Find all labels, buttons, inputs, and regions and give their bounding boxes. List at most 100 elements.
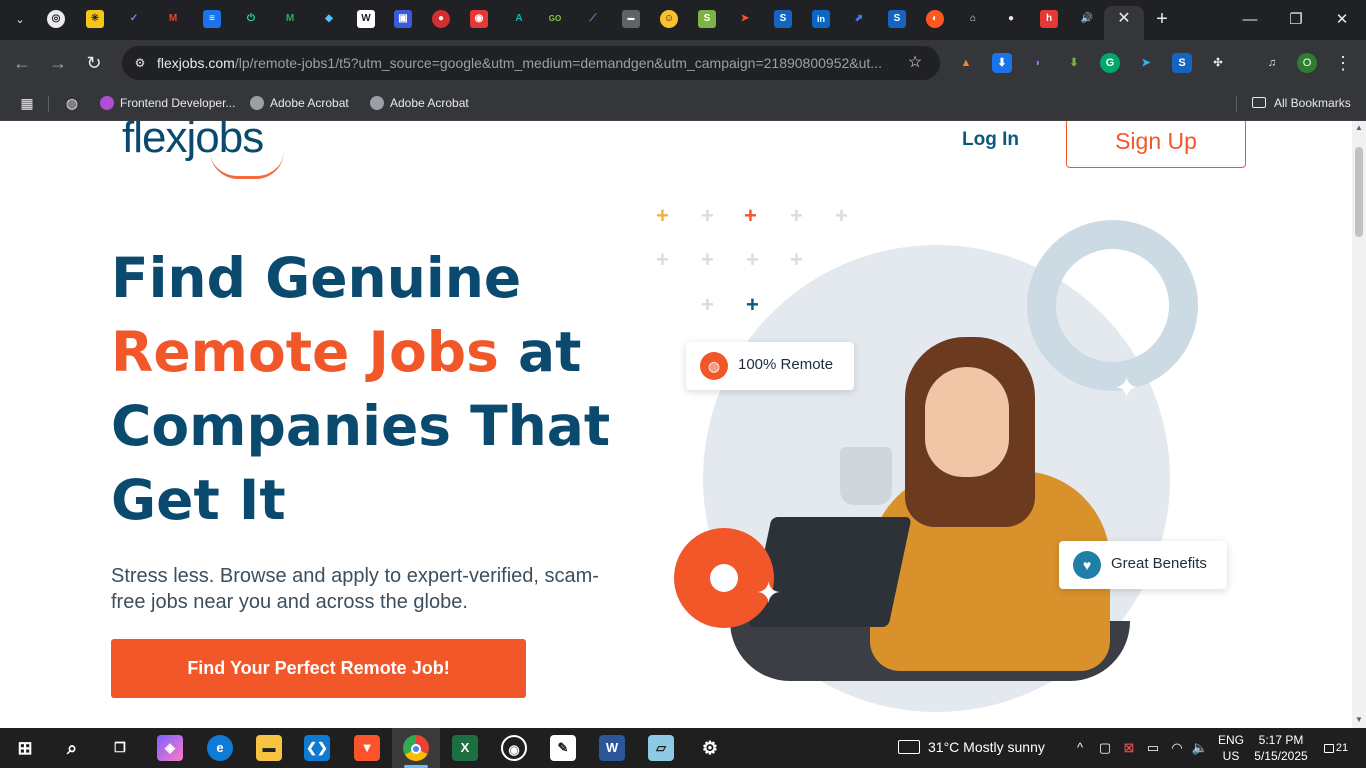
- windows-taskbar: ⊞ ⌕ ❐ ◈ e ▬ ❮❯ ▼ X ◉ ✎ W ▱ ⚙ 31°C Mostly…: [0, 728, 1366, 768]
- tab-m-icon[interactable]: M: [281, 10, 299, 28]
- tab-close-icon[interactable]: ✕: [1114, 9, 1134, 29]
- volume-icon[interactable]: 🔈: [1191, 739, 1209, 757]
- reload-button[interactable]: ↻: [82, 51, 106, 75]
- plus-icon: +: [790, 247, 803, 272]
- brave-icon[interactable]: ▼: [354, 735, 380, 761]
- signup-button[interactable]: Sign Up: [1066, 121, 1246, 168]
- extensions-puzzle-icon[interactable]: ✣: [1208, 53, 1228, 73]
- chrome-icon[interactable]: [403, 735, 429, 761]
- tab-app-icon[interactable]: ✓: [125, 10, 143, 28]
- restore-button[interactable]: ❐: [1276, 6, 1316, 34]
- tab-person-icon[interactable]: ⌂: [964, 10, 982, 28]
- scroll-down-arrow-icon[interactable]: ▼: [1354, 715, 1364, 725]
- page-scrollbar[interactable]: ▲ ▼: [1352, 121, 1366, 728]
- address-bar[interactable]: ⚙ flexjobs.com/lp/remote-jobs1/t5?utm_so…: [122, 46, 940, 80]
- site-info-icon[interactable]: ⚙: [132, 55, 148, 71]
- excel-icon[interactable]: X: [452, 735, 478, 761]
- apps-grid-icon[interactable]: ▦: [18, 94, 36, 112]
- minimize-button[interactable]: —: [1230, 6, 1270, 34]
- tab-dark-icon[interactable]: ▬: [622, 10, 640, 28]
- tab-chatgpt-icon[interactable]: ◎: [47, 10, 65, 28]
- tab-orange-icon[interactable]: ◐: [926, 10, 944, 28]
- tab-w-icon[interactable]: W: [357, 10, 375, 28]
- windows-start-icon[interactable]: ⊞: [12, 735, 38, 761]
- new-tab-button[interactable]: +: [1150, 8, 1174, 32]
- notepad-icon[interactable]: ▱: [648, 735, 674, 761]
- wifi-icon[interactable]: ◠: [1168, 739, 1186, 757]
- vscode-icon[interactable]: ❮❯: [304, 735, 330, 761]
- obs-icon[interactable]: ◉: [501, 735, 527, 761]
- logo-swoosh: [210, 151, 284, 179]
- plus-icon: +: [744, 203, 757, 228]
- tab-asterisk-icon[interactable]: ✳: [86, 10, 104, 28]
- login-link[interactable]: Log In: [962, 129, 1019, 151]
- find-remote-job-button[interactable]: Find Your Perfect Remote Job!: [111, 639, 526, 698]
- tab-red-icon[interactable]: ●: [432, 10, 450, 28]
- scroll-up-arrow-icon[interactable]: ▲: [1354, 123, 1364, 133]
- tab-diamond-icon[interactable]: ◆: [320, 10, 338, 28]
- tray-app-icon[interactable]: ▢: [1096, 739, 1114, 757]
- edge-icon[interactable]: e: [207, 735, 233, 761]
- tab-search-icon[interactable]: ⌄: [8, 8, 32, 32]
- plus-icon: +: [790, 203, 803, 228]
- ghost-extension-icon[interactable]: ◗: [1028, 53, 1048, 73]
- grammarly-extension-icon[interactable]: G: [1100, 53, 1120, 73]
- tab-github-icon[interactable]: ●: [1002, 10, 1020, 28]
- word-icon[interactable]: W: [599, 735, 625, 761]
- pen-app-icon[interactable]: ✎: [550, 735, 576, 761]
- tab-square-icon[interactable]: ▣: [394, 10, 412, 28]
- copilot-icon[interactable]: ◈: [157, 735, 183, 761]
- telegram-extension-icon[interactable]: ➤: [1136, 53, 1156, 73]
- browser-toolbar: ← → ↻ ⚙ flexjobs.com/lp/remote-jobs1/t5?…: [0, 40, 1366, 86]
- tab-linkedin-icon[interactable]: in: [812, 10, 830, 28]
- tab-s-icon[interactable]: S: [774, 10, 792, 28]
- hero-title-accent: Remote Jobs: [111, 320, 499, 384]
- tab-audio-icon[interactable]: 🔊: [1078, 10, 1096, 28]
- tab-docs-icon[interactable]: ≡: [203, 10, 221, 28]
- tab-a-icon[interactable]: A: [510, 10, 528, 28]
- bookmark-adobe-acrobat-2[interactable]: Adobe Acrobat: [370, 93, 469, 113]
- language-indicator[interactable]: ENG US: [1218, 732, 1244, 764]
- tab-gmail-icon[interactable]: M: [164, 10, 182, 28]
- chrome-menu-icon[interactable]: ⋮: [1334, 51, 1352, 75]
- weather-widget[interactable]: 31°C Mostly sunny: [898, 739, 1045, 755]
- tab-s2-icon[interactable]: S: [888, 10, 906, 28]
- tab-shopify-icon[interactable]: S: [698, 10, 716, 28]
- tab-bird-icon[interactable]: ➤: [736, 10, 754, 28]
- s-extension-icon[interactable]: S: [1172, 53, 1192, 73]
- scroll-thumb[interactable]: [1355, 147, 1363, 237]
- bookmark-adobe-acrobat-1[interactable]: Adobe Acrobat: [250, 93, 349, 113]
- notification-center[interactable]: 21: [1323, 738, 1349, 758]
- tab-timer-icon[interactable]: ⏻: [242, 10, 260, 28]
- settings-gear-icon[interactable]: ⚙: [697, 735, 723, 761]
- tab-hcaptcha-icon[interactable]: h: [1040, 10, 1058, 28]
- battery-icon[interactable]: ▭: [1144, 739, 1162, 757]
- bookmark-frontend-developer[interactable]: Frontend Developer...: [100, 93, 235, 113]
- hero-title-line2-rest: at: [498, 320, 582, 384]
- system-clock[interactable]: 5:17 PM 5/15/2025: [1252, 732, 1310, 764]
- green-arrow-extension-icon[interactable]: ⬇: [1064, 53, 1084, 73]
- url-text[interactable]: flexjobs.com/lp/remote-jobs1/t5?utm_sour…: [157, 55, 897, 71]
- media-control-icon[interactable]: ♫: [1262, 53, 1282, 73]
- chevron-up-icon[interactable]: ^: [1071, 739, 1089, 757]
- tab-jira-icon[interactable]: ⬈: [850, 10, 868, 28]
- tab-smile-icon[interactable]: ☺: [660, 10, 678, 28]
- search-icon[interactable]: ⌕: [59, 735, 85, 761]
- task-view-icon[interactable]: ❐: [107, 735, 133, 761]
- metamask-extension-icon[interactable]: ▲: [956, 53, 976, 73]
- weather-text: 31°C Mostly sunny: [928, 739, 1045, 755]
- plus-icon: +: [656, 247, 669, 272]
- back-button[interactable]: ←: [10, 51, 34, 75]
- tab-go-icon[interactable]: GO: [546, 10, 564, 28]
- download-extension-icon[interactable]: ⬇: [992, 53, 1012, 73]
- close-window-button[interactable]: ✕: [1322, 6, 1362, 34]
- all-bookmarks-button[interactable]: All Bookmarks: [1252, 93, 1351, 113]
- forward-button[interactable]: →: [46, 51, 70, 75]
- globe-icon[interactable]: ◍: [63, 94, 81, 112]
- profile-avatar[interactable]: O: [1297, 53, 1317, 73]
- tab-feather-icon[interactable]: ⟋: [584, 10, 602, 28]
- tray-alert-icon[interactable]: ⊠: [1120, 739, 1138, 757]
- bookmark-star-icon[interactable]: ☆: [905, 53, 925, 73]
- file-explorer-icon[interactable]: ▬: [256, 735, 282, 761]
- tab-red2-icon[interactable]: ◉: [470, 10, 488, 28]
